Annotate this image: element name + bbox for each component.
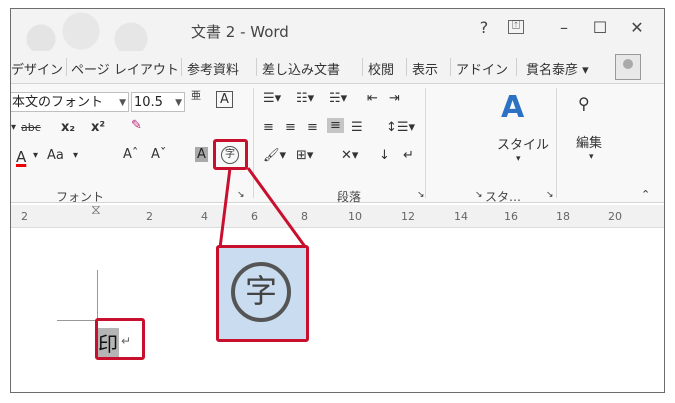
callout-line-left bbox=[218, 167, 232, 249]
word-window: 文書 2 - Word ? ⍐ – ☐ ✕ デザイン ページ レイアウト 参考資… bbox=[10, 8, 665, 393]
callout-connector bbox=[218, 167, 308, 249]
enclose-characters-zoom: 字 bbox=[216, 245, 309, 342]
callout-line-right bbox=[246, 167, 308, 249]
enclose-characters-icon-large: 字 bbox=[231, 262, 291, 322]
